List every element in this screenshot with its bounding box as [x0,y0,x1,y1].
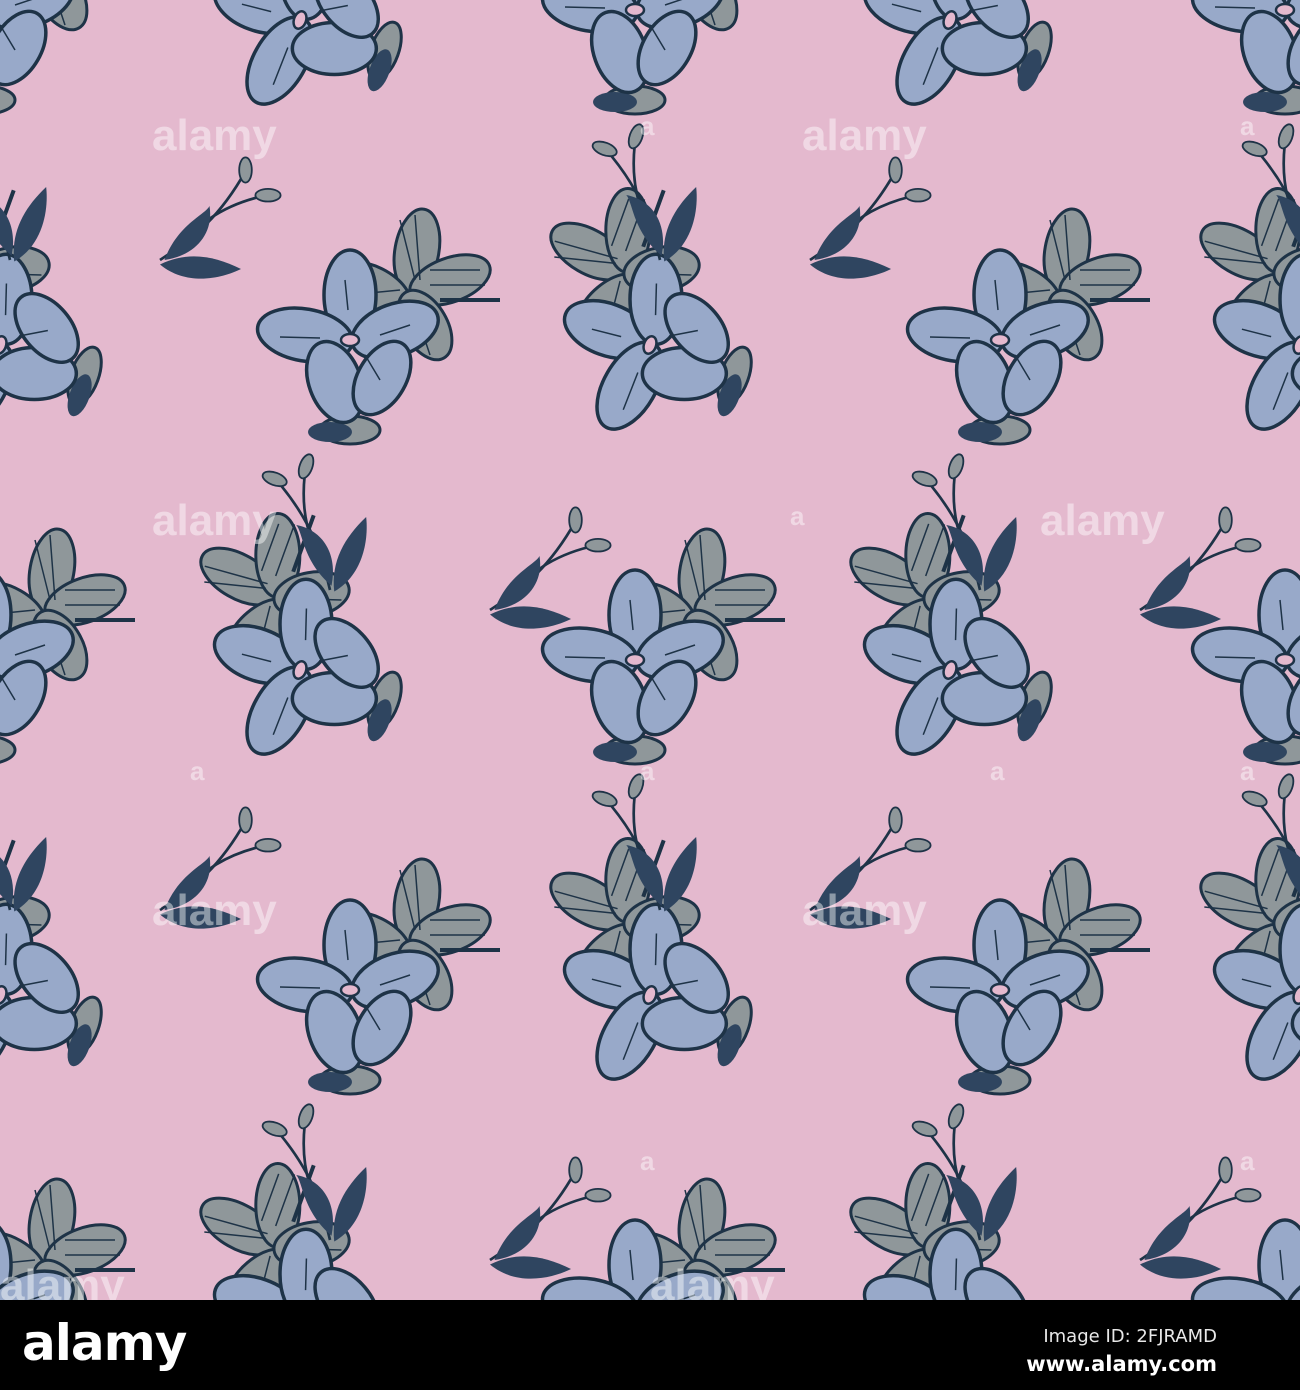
watermark: alamy [802,111,927,160]
watermark: alamy [0,1261,125,1300]
watermark: alamy [152,496,277,545]
watermark-small: a [190,756,205,786]
watermark-small: a [790,501,805,531]
image-id: Image ID: 2FJRAMD [1043,1326,1217,1347]
watermark: alamy [1040,496,1165,545]
watermark: alamy [152,111,277,160]
floral-pattern: alamy alamy alamy alamy alamy alamy alamy alamy… [0,0,1300,1300]
watermark: alamy [650,1261,775,1300]
alamy-logo: alamy [22,1314,187,1372]
watermark-small: a [990,756,1005,786]
watermark: alamy [152,886,277,935]
footer-bar: alamy Image ID: 2FJRAMD www.alamy.com [0,1300,1300,1390]
watermark-small: a [1240,756,1255,786]
watermark-small: a [640,1146,655,1176]
watermark-small: a [640,756,655,786]
website-link: www.alamy.com [1026,1352,1217,1376]
watermark: alamy [802,886,927,935]
watermark-small: a [1240,1146,1255,1176]
watermark-small: a [1240,111,1255,141]
watermark-small: a [640,111,655,141]
